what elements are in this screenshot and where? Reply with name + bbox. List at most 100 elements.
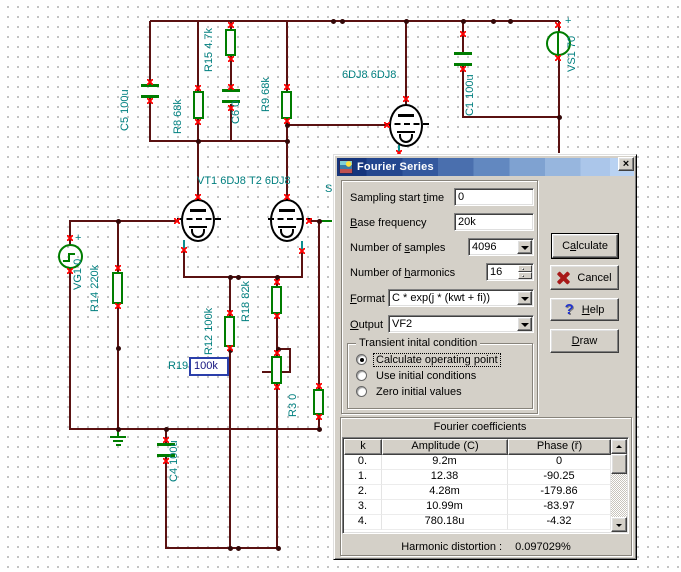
column-header-phase[interactable]: Phase (ř)	[508, 439, 611, 455]
resistor-R8[interactable]	[193, 91, 204, 119]
terminal-mark-icon	[460, 31, 466, 37]
close-button[interactable]: ×	[618, 157, 634, 171]
number-of-samples-combobox[interactable]: 4096	[468, 238, 534, 256]
terminal-mark-icon	[316, 383, 322, 389]
resistor-R9[interactable]	[281, 91, 292, 119]
output-combobox[interactable]: VF2	[388, 315, 534, 333]
wire	[462, 116, 560, 118]
table-scrollbar[interactable]	[611, 439, 627, 532]
wire	[276, 383, 278, 548]
capacitor-C1[interactable]	[454, 52, 472, 55]
wire	[165, 547, 280, 549]
column-header-amplitude[interactable]: Amplitude (C)	[382, 439, 508, 455]
terminal-mark-icon	[147, 98, 153, 104]
radio-label[interactable]: Calculate operating point	[373, 353, 501, 367]
dialog-titlebar[interactable]: Fourier Series	[337, 158, 634, 176]
spin-up-button[interactable]	[518, 265, 532, 272]
fourier-series-dialog: Fourier Series × Sampling start time 0 B…	[333, 154, 637, 560]
harmonic-distortion-label: Harmonic distortion :	[401, 541, 503, 553]
junction-dot	[404, 19, 409, 24]
component-label: R3 0	[287, 393, 299, 417]
tube-VT1[interactable]	[177, 199, 221, 242]
resistor-R15[interactable]	[225, 29, 236, 56]
resistor-R12[interactable]	[224, 316, 235, 347]
terminal-mark-icon	[115, 303, 121, 309]
format-combobox[interactable]: C * exp(j * (kwt + fi))	[388, 289, 534, 307]
cell-phase: -83.97	[508, 500, 611, 515]
component-label: R12 100k	[203, 307, 215, 355]
r19-value-edit-field[interactable]: 100k	[189, 357, 229, 376]
table-row[interactable]: 2. 4.28m -179.86	[344, 485, 611, 500]
resistor-R14[interactable]	[112, 272, 123, 304]
dropdown-button[interactable]	[517, 317, 532, 331]
radio-label[interactable]: Use initial conditions	[376, 370, 476, 382]
spin-down-button[interactable]	[518, 272, 532, 279]
format-label: Format	[350, 293, 385, 305]
terminal-mark-icon	[316, 414, 322, 420]
table-row[interactable]: 1. 12.38 -90.25	[344, 470, 611, 485]
radio-calculate-operating-point[interactable]	[356, 354, 367, 365]
wire	[149, 98, 151, 141]
wire	[286, 21, 288, 91]
base-frequency-label: Base frequency	[350, 217, 427, 229]
arrow-up-icon	[616, 445, 622, 448]
dropdown-button[interactable]	[517, 291, 532, 305]
junction-dot	[116, 427, 121, 432]
component-label: T2 6DJ8	[249, 175, 291, 187]
schematic-editor-canvas[interactable]: C5 100u R8 68k R15 4.7k C6 0 R9 68k C1 1…	[0, 0, 681, 572]
terminal-mark-icon	[228, 22, 234, 28]
help-button[interactable]: ? Help	[550, 298, 619, 321]
terminal-mark-icon	[181, 247, 187, 253]
resistor-R3[interactable]	[313, 389, 324, 415]
group-legend: Transient inital condition	[356, 337, 481, 349]
tube-grid	[385, 123, 429, 125]
tube-6DJ8[interactable]	[385, 104, 429, 147]
polarity-plus-label: +	[75, 232, 82, 244]
tube-anode	[398, 114, 414, 117]
calculate-button[interactable]: Calculate	[551, 233, 619, 259]
draw-button[interactable]: Draw	[550, 329, 619, 353]
wire	[117, 303, 119, 429]
column-header-k[interactable]: k	[344, 439, 382, 455]
wire	[287, 124, 387, 126]
scroll-up-button[interactable]	[611, 439, 627, 454]
app-icon	[339, 160, 353, 174]
chevron-down-icon	[521, 323, 529, 327]
junction-dot	[317, 427, 322, 432]
junction-dot	[461, 19, 466, 24]
scroll-down-button[interactable]	[611, 517, 627, 532]
table-row[interactable]: 3. 10.99m -83.97	[344, 500, 611, 515]
radio-zero-initial-values[interactable]	[356, 386, 367, 397]
question-mark-icon: ?	[564, 301, 574, 318]
scrollbar-thumb[interactable]	[611, 454, 627, 474]
cell-amplitude: 9.2m	[382, 455, 508, 470]
cancel-button[interactable]: Cancel	[550, 265, 619, 290]
number-of-harmonics-spinner[interactable]: 16	[486, 263, 534, 281]
resistor-R18[interactable]	[271, 286, 282, 314]
table-row[interactable]: 4. 780.18u -4.32	[344, 515, 611, 530]
resistor-R19[interactable]	[271, 356, 282, 384]
cell-amplitude: 12.38	[382, 470, 508, 485]
table-row[interactable]: 0. 9.2m 0	[344, 455, 611, 470]
tube-cathode	[280, 229, 294, 238]
wire	[197, 141, 199, 201]
sampling-start-time-input[interactable]: 0	[454, 188, 534, 206]
base-frequency-input[interactable]: 20k	[454, 213, 534, 231]
junction-dot	[491, 19, 496, 24]
wire	[183, 276, 303, 278]
radio-use-initial-conditions[interactable]	[356, 370, 367, 381]
junction-dot	[340, 19, 345, 24]
wire	[289, 348, 291, 373]
terminal-mark-icon	[228, 56, 234, 62]
terminal-mark-icon	[228, 84, 234, 90]
tube-grid	[177, 218, 221, 220]
tube-cathode	[278, 226, 296, 228]
wire	[69, 222, 71, 245]
component-label: S	[325, 183, 333, 195]
junction-dot	[236, 275, 241, 280]
component-label: R14 220k	[89, 264, 101, 312]
radio-label[interactable]: Zero initial values	[376, 386, 462, 398]
spinner-buttons[interactable]	[518, 265, 532, 279]
dropdown-button[interactable]	[517, 240, 532, 254]
tube-T2[interactable]	[268, 199, 312, 242]
